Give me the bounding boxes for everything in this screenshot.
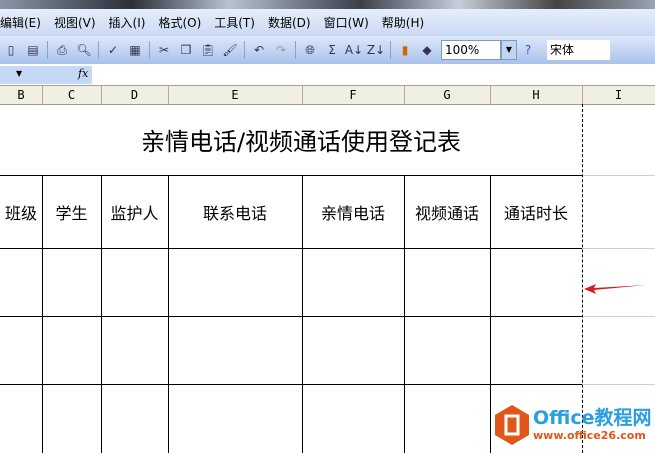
name-box-dropdown-icon[interactable]: ▼: [16, 69, 22, 78]
header-call-duration[interactable]: 通话时长: [490, 176, 582, 248]
header-family-call[interactable]: 亲情电话: [302, 176, 404, 248]
watermark-url: www.office26.com: [533, 429, 646, 442]
column-header-d[interactable]: D: [101, 86, 169, 104]
column-header-e[interactable]: E: [168, 86, 303, 104]
hyperlink-icon[interactable]: 🌐︎: [301, 41, 319, 59]
sort-descending-icon[interactable]: Z↓: [367, 41, 385, 59]
paste-icon[interactable]: 📋︎: [199, 41, 217, 59]
watermark-brand: Office教程网: [533, 407, 652, 429]
red-arrow-annotation: [584, 284, 646, 294]
email-icon[interactable]: ▤: [24, 41, 42, 59]
column-header-b[interactable]: B: [0, 86, 43, 104]
zoom-box[interactable]: 100%: [441, 40, 501, 60]
column-header-g[interactable]: G: [404, 86, 491, 104]
menu-edit[interactable]: 编辑(E): [0, 14, 41, 31]
page-break-line: [582, 104, 583, 453]
formula-bar[interactable]: [0, 64, 655, 86]
sort-ascending-icon[interactable]: A↓: [345, 41, 363, 59]
menu-data[interactable]: 数据(D): [268, 14, 311, 31]
print-icon[interactable]: ⎙: [53, 41, 71, 59]
function-icon[interactable]: fx: [78, 67, 88, 80]
header-class[interactable]: 班级: [0, 176, 42, 248]
window-background-strip: [0, 0, 655, 9]
format-painter-icon[interactable]: 🖌︎: [221, 41, 239, 59]
menu-bar: 编辑(E) 视图(V) 插入(I) 格式(O) 工具(T) 数据(D) 窗口(W…: [0, 9, 655, 36]
header-student[interactable]: 学生: [42, 176, 101, 248]
menu-help[interactable]: 帮助(H): [382, 14, 424, 31]
standard-toolbar: ▯ ▤ ⎙ 🔍︎ ✓ ▦ ✂ ❐ 📋︎ 🖌︎ ↶ ↷ 🌐︎ Σ A↓ Z↓ ▮ …: [0, 36, 655, 64]
zoom-dropdown-icon[interactable]: ▼: [501, 40, 517, 60]
menu-view[interactable]: 视图(V): [54, 14, 96, 31]
spelling-icon[interactable]: ✓: [104, 41, 122, 59]
copy-icon[interactable]: ❐: [177, 41, 195, 59]
undo-icon[interactable]: ↶: [250, 41, 268, 59]
watermark-logo: Office教程网 www.office26.com: [495, 403, 655, 453]
menu-insert[interactable]: 插入(I): [109, 14, 146, 31]
permission-icon[interactable]: ▯: [2, 41, 20, 59]
font-name-box[interactable]: 宋体: [547, 40, 610, 60]
drawing-icon[interactable]: ◆: [418, 41, 436, 59]
menu-format[interactable]: 格式(O): [158, 14, 201, 31]
cut-icon[interactable]: ✂: [155, 41, 173, 59]
column-header-f[interactable]: F: [302, 86, 405, 104]
column-headers: B C D E F G H I: [0, 86, 655, 105]
column-header-i[interactable]: I: [582, 86, 655, 104]
help-icon[interactable]: ?: [519, 41, 537, 59]
column-header-c[interactable]: C: [42, 86, 102, 104]
redo-icon[interactable]: ↷: [272, 41, 290, 59]
print-preview-icon[interactable]: 🔍︎: [75, 41, 93, 59]
chart-wizard-icon[interactable]: ▮: [396, 41, 414, 59]
research-icon[interactable]: ▦: [126, 41, 144, 59]
header-contact-phone[interactable]: 联系电话: [168, 176, 302, 248]
header-guardian[interactable]: 监护人: [101, 176, 168, 248]
menu-window[interactable]: 窗口(W): [324, 14, 369, 31]
menu-tools[interactable]: 工具(T): [214, 14, 255, 31]
autosum-icon[interactable]: Σ: [323, 41, 341, 59]
header-video-call[interactable]: 视频通话: [404, 176, 490, 248]
office-logo-icon: [495, 405, 529, 445]
sheet-title[interactable]: 亲情电话/视频通话使用登记表: [0, 104, 582, 175]
column-header-h[interactable]: H: [490, 86, 583, 104]
